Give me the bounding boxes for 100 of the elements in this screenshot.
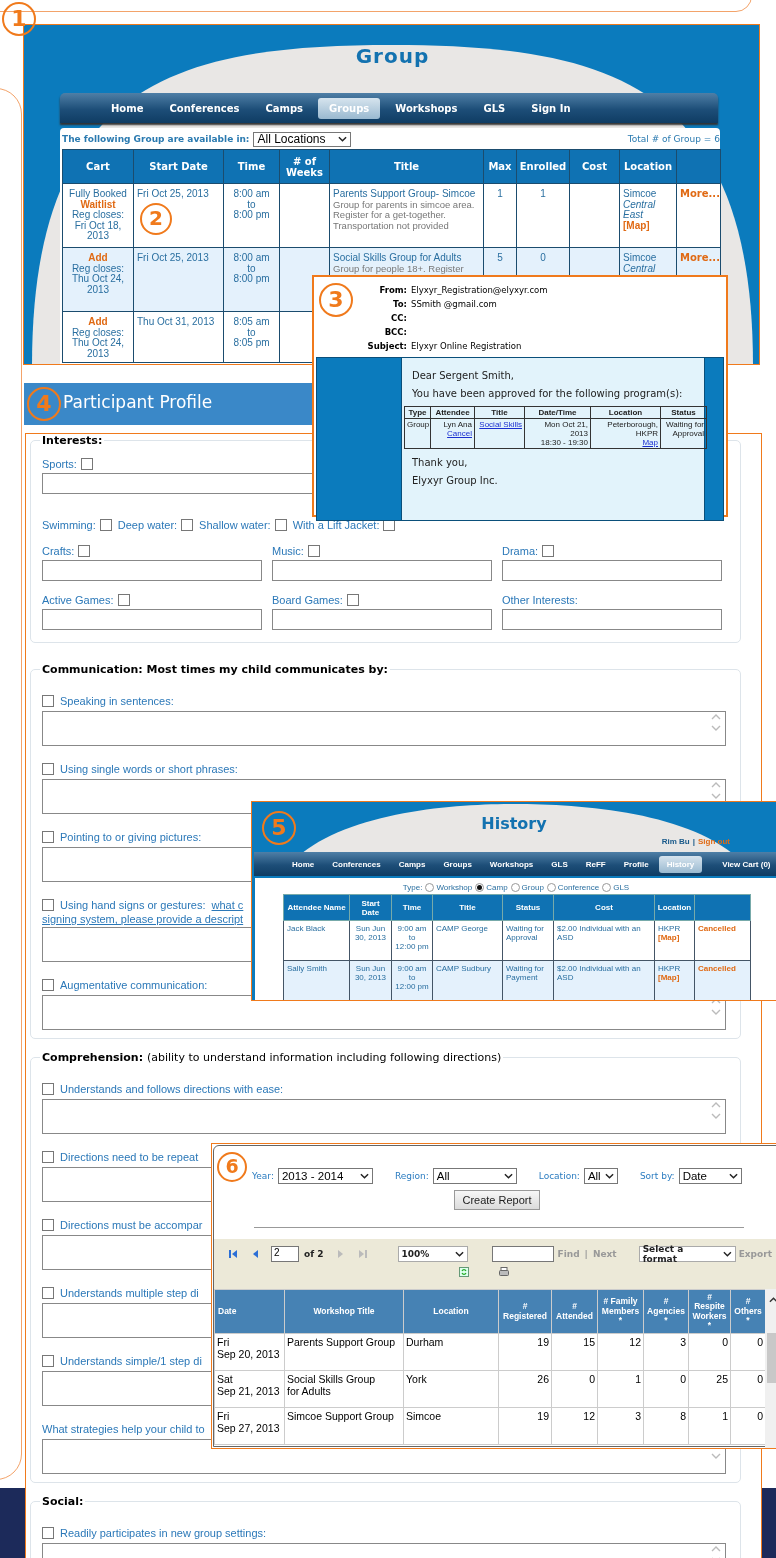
page-number-field[interactable]: 2 xyxy=(271,1245,299,1262)
checkbox[interactable] xyxy=(42,1287,54,1299)
cart-action-link[interactable]: Add xyxy=(66,317,130,328)
map-link[interactable]: Map xyxy=(642,438,658,447)
nav-tab[interactable]: GLS xyxy=(543,855,576,873)
checkbox[interactable] xyxy=(117,594,130,606)
nav-tab[interactable]: Workshops xyxy=(481,855,542,873)
column-header: Status xyxy=(502,894,554,921)
column-header: Title xyxy=(432,894,503,921)
table-cell: 25 xyxy=(688,1370,731,1408)
question-label: Pointing to or giving pictures: xyxy=(60,831,202,843)
separator: | xyxy=(692,837,695,846)
help-link[interactable]: signing system, please provide a descript xyxy=(42,913,244,925)
checkbox[interactable] xyxy=(42,1151,54,1163)
table-cell: 15 xyxy=(551,1333,598,1371)
table-cell: Simcoe xyxy=(403,1407,499,1445)
checkbox[interactable] xyxy=(307,545,320,557)
nav-tab[interactable]: Groups xyxy=(435,855,480,873)
filter-select[interactable]: 2013 - 2014 xyxy=(277,1168,373,1184)
table-cell: 12 xyxy=(597,1333,644,1371)
filter-select[interactable]: All xyxy=(583,1168,618,1184)
input-field[interactable] xyxy=(272,560,492,581)
checkbox[interactable] xyxy=(80,458,93,470)
column-header: Location xyxy=(619,149,677,184)
checkbox[interactable] xyxy=(42,899,54,911)
group-title-link[interactable]: Social Skills Group for Adults xyxy=(333,253,480,264)
nav-tab[interactable]: Conferences xyxy=(324,855,389,873)
nav-tab[interactable]: Home xyxy=(100,97,155,119)
radio-button[interactable] xyxy=(475,882,485,892)
checkbox[interactable] xyxy=(42,1083,54,1095)
checkbox[interactable] xyxy=(42,1527,54,1539)
last-page-icon xyxy=(357,1248,368,1259)
table-cell: Sally Smith xyxy=(283,960,350,1000)
column-header: Workshop Title xyxy=(284,1289,404,1334)
radio-button[interactable] xyxy=(546,882,556,892)
printer-icon[interactable] xyxy=(499,1267,509,1277)
radio-button[interactable] xyxy=(602,882,612,892)
export-format-select[interactable]: Select a format xyxy=(638,1245,736,1262)
input-field[interactable] xyxy=(42,609,262,630)
nav-tab[interactable]: Sign In xyxy=(520,97,582,119)
checkbox[interactable] xyxy=(181,519,194,531)
nav-tab[interactable]: GLS xyxy=(472,97,517,119)
checkbox[interactable] xyxy=(99,519,112,531)
nav-tab[interactable]: Home xyxy=(284,855,323,873)
checkbox[interactable] xyxy=(346,594,359,606)
question-label: Directions need to be repeat xyxy=(60,1151,199,1163)
map-link[interactable]: [Map] xyxy=(658,933,680,942)
table-cell: 1 xyxy=(597,1370,644,1408)
checkbox[interactable] xyxy=(42,1355,54,1367)
zoom-select[interactable]: 100% xyxy=(397,1245,468,1262)
nav-tab[interactable]: View Cart (0) xyxy=(714,855,776,873)
checkbox[interactable] xyxy=(42,695,54,707)
filter-label: Location: xyxy=(538,1171,580,1181)
input-field[interactable] xyxy=(42,560,262,581)
table-cell: 0 xyxy=(688,1333,731,1371)
nav-tab[interactable]: Camps xyxy=(254,97,315,119)
nav-tab[interactable]: Conferences xyxy=(158,97,251,119)
help-link[interactable]: what c xyxy=(211,899,244,911)
header-label: CC: xyxy=(391,312,407,325)
column-header: Date xyxy=(214,1289,285,1334)
nav-tab[interactable]: Camps xyxy=(390,855,434,873)
table-cell: Group xyxy=(404,418,431,449)
column-header: Time xyxy=(391,894,433,921)
previous-page-icon[interactable] xyxy=(252,1248,258,1259)
group-description: Group for people 18+. Register xyxy=(333,263,465,274)
section-title: Participant Profile xyxy=(63,392,213,412)
nav-tab[interactable]: Profile xyxy=(615,855,657,873)
checkbox[interactable] xyxy=(274,519,287,531)
input-field[interactable] xyxy=(502,609,722,630)
column-header: Title xyxy=(474,406,525,419)
filter-select[interactable]: Date xyxy=(678,1168,742,1184)
checkbox[interactable] xyxy=(542,545,555,557)
first-page-icon[interactable] xyxy=(228,1248,238,1259)
page-count: of 2 xyxy=(304,1248,324,1259)
radio-button[interactable] xyxy=(425,882,435,892)
filter-label: Region: xyxy=(394,1171,429,1181)
scroll-up-icon[interactable] xyxy=(768,1297,776,1303)
group-title-link[interactable]: Parents Support Group- Simcoe xyxy=(333,189,480,200)
input-field[interactable] xyxy=(272,609,492,630)
input-field[interactable] xyxy=(502,560,722,581)
table-cell: Jack Black xyxy=(283,920,350,961)
cancel-link[interactable]: Cancel xyxy=(447,429,472,438)
refresh-icon[interactable] xyxy=(459,1267,469,1277)
nav-tab[interactable]: ReFF xyxy=(577,855,614,873)
checkbox[interactable] xyxy=(78,545,91,557)
checkbox[interactable] xyxy=(42,763,54,775)
radio-button[interactable] xyxy=(510,882,520,892)
create-report-button[interactable]: Create Report xyxy=(454,1190,540,1210)
find-field[interactable] xyxy=(491,1245,554,1262)
table-cell: 0 xyxy=(551,1370,598,1408)
nav-tab[interactable]: Workshops xyxy=(384,97,469,119)
filter-select[interactable]: All xyxy=(432,1168,517,1184)
table-cell: 26 xyxy=(498,1370,552,1408)
checkbox[interactable] xyxy=(42,1219,54,1231)
location-select[interactable]: All Locations xyxy=(253,131,352,147)
checkbox[interactable] xyxy=(42,979,54,991)
table-cell: Waiting for Approval xyxy=(660,418,707,449)
location-name: Peterborough, HKPR xyxy=(606,420,658,438)
separator: | xyxy=(584,1248,588,1259)
checkbox[interactable] xyxy=(42,831,54,843)
